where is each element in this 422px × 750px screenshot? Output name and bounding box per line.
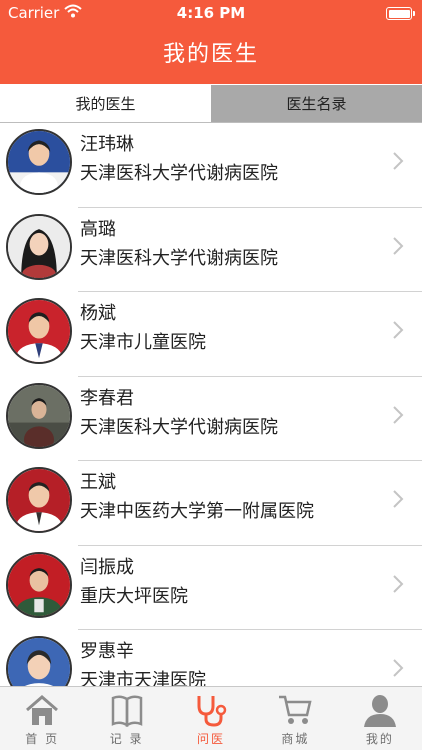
clock: 4:16 PM [176, 4, 246, 22]
doctor-name: 汪玮琳 [80, 134, 134, 155]
doctor-list: 汪玮琳 天津医科大学代谢病医院 高璐 天津医科大学代谢病医院 杨斌 天津市儿童医… [0, 123, 422, 686]
navigation-bar: 我的医生 [0, 28, 422, 84]
doctor-name: 高璐 [80, 218, 116, 240]
doctor-hospital: 天津市儿童医院 [80, 332, 206, 353]
home-icon [26, 695, 59, 725]
doctor-hospital: 重庆大坪医院 [80, 585, 188, 607]
chevron-right-icon [393, 659, 404, 677]
cart-icon [279, 695, 312, 724]
chevron-right-icon [393, 236, 404, 255]
tab-home-label: 首 页 [25, 732, 60, 746]
chevron-right-icon [393, 574, 404, 593]
stethoscope-icon [197, 696, 227, 727]
chevron-right-icon [393, 490, 404, 508]
tab-bar: 首 页 记 录 问医 商城 我的 [0, 686, 422, 750]
doctor-name: 罗惠辛 [80, 641, 134, 662]
doctor-avatar [6, 382, 72, 449]
doctor-row[interactable]: 李春君 天津医科大学代谢病医院 [0, 377, 422, 461]
tab-mine[interactable]: 我的 [338, 687, 422, 750]
doctor-avatar [6, 129, 72, 195]
chevron-right-icon [393, 152, 404, 170]
doctor-name: 王斌 [80, 472, 116, 493]
doctor-name: 闫振成 [80, 556, 134, 578]
doctor-row[interactable]: 杨斌 天津市儿童医院 [0, 292, 422, 377]
tab-my-doctors[interactable]: 我的医生 [0, 85, 211, 122]
doctor-hospital: 天津医科大学代谢病医院 [80, 247, 278, 269]
doctor-avatar [6, 467, 72, 533]
doctor-row[interactable]: 汪玮琳 天津医科大学代谢病医院 [0, 123, 422, 208]
doctor-row[interactable]: 闫振成 重庆大坪医院 [0, 546, 422, 630]
doctor-name: 杨斌 [80, 303, 116, 324]
chevron-right-icon [393, 405, 404, 424]
doctor-avatar [6, 636, 72, 686]
doctor-hospital: 天津中医药大学第一附属医院 [80, 501, 314, 522]
tab-records[interactable]: 记 录 [84, 687, 168, 750]
doctor-avatar [6, 298, 72, 364]
tab-consult[interactable]: 问医 [169, 687, 253, 750]
doctor-hospital: 天津市天津医院 [80, 670, 206, 686]
segmented-control: 我的医生 医生名录 [0, 85, 422, 123]
doctor-name: 李春君 [80, 387, 134, 409]
status-bar: Carrier 4:16 PM [0, 0, 422, 28]
doctor-hospital: 天津医科大学代谢病医院 [80, 163, 278, 184]
person-icon [363, 695, 396, 727]
chevron-right-icon [393, 321, 404, 339]
doctor-avatar [6, 551, 72, 618]
doctor-avatar [6, 213, 72, 280]
tab-home[interactable]: 首 页 [0, 687, 84, 750]
page-title: 我的医生 [162, 42, 259, 67]
tab-shop[interactable]: 商城 [253, 687, 337, 750]
doctor-row[interactable]: 高璐 天津医科大学代谢病医院 [0, 208, 422, 292]
tab-records-label: 记 录 [109, 732, 144, 746]
tab-doctor-directory[interactable]: 医生名录 [211, 85, 422, 122]
book-icon [111, 695, 142, 727]
doctor-row[interactable]: 罗惠辛 天津市天津医院 [0, 630, 422, 686]
tab-shop-label: 商城 [281, 732, 310, 746]
tab-consult-label: 问医 [197, 732, 226, 746]
doctor-row[interactable]: 王斌 天津中医药大学第一附属医院 [0, 461, 422, 546]
tab-mine-label: 我的 [365, 732, 394, 746]
battery-icon [386, 7, 415, 20]
doctor-hospital: 天津医科大学代谢病医院 [80, 416, 278, 438]
